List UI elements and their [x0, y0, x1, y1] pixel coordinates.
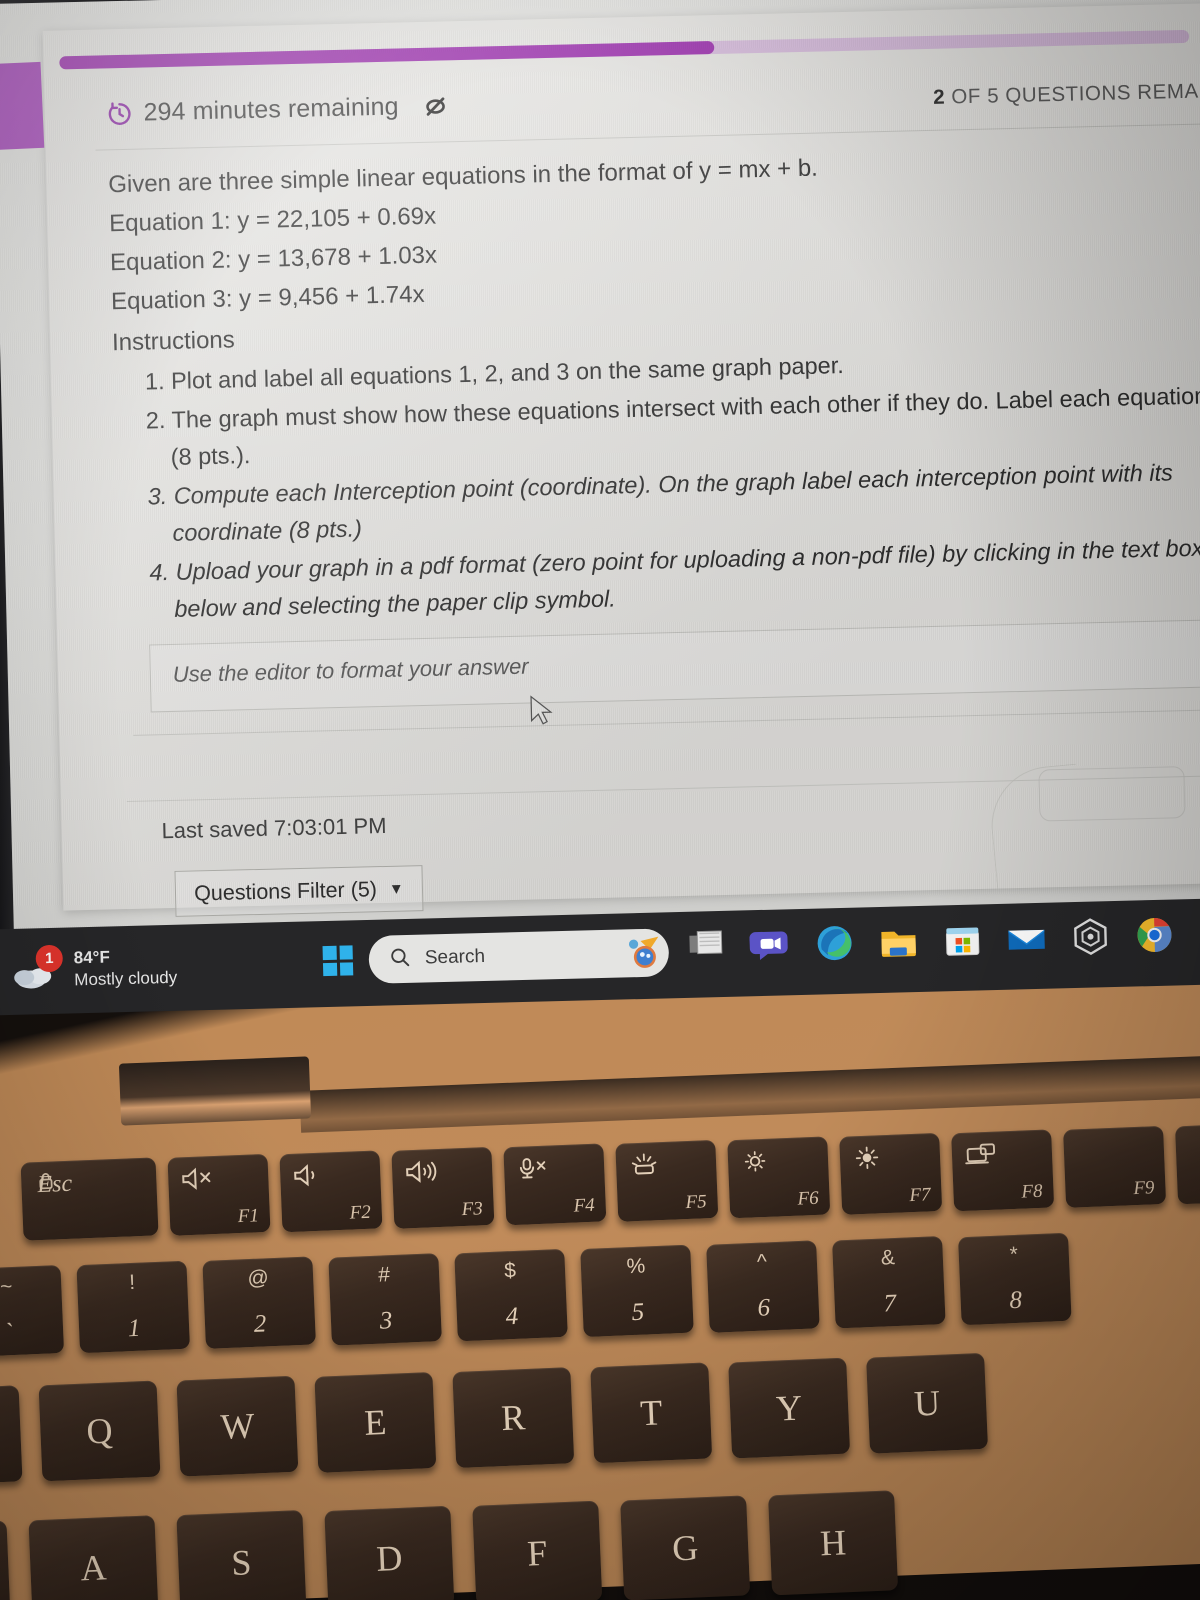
key-g[interactable]: G	[620, 1495, 751, 1600]
key-y[interactable]: Y	[728, 1357, 851, 1459]
teams-icon[interactable]	[749, 923, 792, 966]
weather-text: 84°F Mostly cloudy	[73, 945, 177, 992]
key-b[interactable]: b	[0, 1385, 23, 1487]
key-e[interactable]: E	[314, 1371, 437, 1473]
task-view-icon[interactable]	[685, 925, 728, 968]
key-f7[interactable]: F7	[839, 1132, 943, 1215]
exam-header: 294 minutes remaining 2 OF 5 QUESTIONS R…	[60, 61, 1200, 151]
edge-icon[interactable]	[813, 922, 856, 965]
key-a[interactable]: A	[28, 1515, 159, 1600]
volume-down-icon	[292, 1162, 327, 1189]
key-6[interactable]: ^ 6	[706, 1240, 820, 1334]
exam-timer: 294 minutes remaining	[106, 91, 449, 128]
brightness-down-icon	[740, 1148, 775, 1175]
answer-editor[interactable]: Use the editor to format your answer	[149, 619, 1200, 713]
key-8[interactable]: * 8	[958, 1232, 1072, 1325]
key-r[interactable]: R	[452, 1366, 575, 1468]
exam-progress-track	[59, 29, 1190, 70]
key-f5[interactable]: F5	[615, 1139, 719, 1222]
close-panel-tab[interactable]: ×	[0, 61, 45, 153]
questions-remaining-count: 2	[932, 85, 946, 109]
last-saved-label: Last saved 7:03:01 PM	[161, 812, 387, 844]
key-f8[interactable]: F8	[951, 1129, 1055, 1212]
key-f6[interactable]: F6	[727, 1136, 831, 1219]
key-`[interactable]: ~ `	[0, 1264, 65, 1358]
windows-start-icon[interactable]	[322, 945, 354, 977]
search-placeholder: Search	[424, 945, 486, 969]
keyboard-backlight-icon	[628, 1151, 663, 1178]
answer-editor-placeholder: Use the editor to format your answer	[172, 653, 529, 687]
key-d[interactable]: D	[324, 1505, 455, 1600]
taskbar-app-icons	[685, 914, 1176, 968]
key-esc[interactable]: Esc	[20, 1157, 159, 1241]
questions-remaining: 2 OF 5 QUESTIONS REMAINING	[933, 78, 1200, 110]
questions-filter-button[interactable]: Questions Filter (5) ▼	[174, 865, 424, 917]
weather-condition: Mostly cloudy	[74, 967, 178, 990]
eye-off-icon[interactable]	[422, 93, 449, 120]
exam-progress-fill	[59, 40, 715, 70]
key-5[interactable]: % 5	[580, 1244, 694, 1338]
brightness-up-icon	[852, 1144, 887, 1171]
timer-label: 294 minutes remaining	[143, 92, 399, 127]
key-f4[interactable]: F4	[503, 1143, 607, 1226]
questions-remaining-label: OF 5 QUESTIONS REMAINING	[951, 78, 1200, 109]
copilot-icon[interactable]	[624, 934, 663, 971]
laptop-screen: 294 minutes remaining 2 OF 5 QUESTIONS R…	[0, 0, 1200, 954]
key-d[interactable]: d	[0, 1520, 11, 1600]
volume-up-icon	[404, 1158, 439, 1185]
ghost-action-button[interactable]	[1038, 766, 1186, 822]
key-7[interactable]: & 7	[832, 1236, 946, 1329]
mic-mute-icon	[516, 1155, 551, 1182]
exam-question-card: 294 minutes remaining 2 OF 5 QUESTIONS R…	[42, 2, 1200, 917]
key-f1[interactable]: F1	[167, 1153, 271, 1236]
chevron-down-icon: ▼	[388, 880, 404, 898]
taskbar-weather-widget[interactable]: 1 84°F Mostly cloudy	[10, 944, 177, 993]
mouse-cursor	[528, 695, 557, 728]
mail-icon[interactable]	[1005, 917, 1048, 960]
file-explorer-icon[interactable]	[877, 920, 920, 963]
volume-mute-icon	[180, 1165, 215, 1192]
key-1[interactable]: ! 1	[76, 1260, 191, 1354]
key-u[interactable]: U	[866, 1353, 989, 1455]
key-4[interactable]: $4	[454, 1248, 568, 1342]
microsoft-store-icon[interactable]	[941, 918, 984, 961]
taskbar-search[interactable]: Search	[368, 928, 670, 984]
search-icon	[389, 945, 412, 973]
hexagon-3d-icon[interactable]	[1069, 915, 1112, 958]
key-q[interactable]: Q	[38, 1380, 161, 1482]
key-t[interactable]: T	[590, 1362, 713, 1464]
key-2[interactable]: @2	[202, 1256, 316, 1350]
key-w[interactable]: W	[176, 1376, 299, 1477]
questions-filter-label: Questions Filter (5)	[193, 876, 378, 905]
key-3[interactable]: #3	[328, 1252, 442, 1346]
key-f2[interactable]: F2	[279, 1150, 383, 1233]
editor-divider-1	[133, 709, 1200, 736]
laptop-hinge-block	[118, 1056, 312, 1126]
key-s[interactable]: S	[176, 1510, 307, 1600]
timer-icon	[106, 100, 133, 127]
key-prt-sc[interactable]: prt sc	[1175, 1121, 1200, 1205]
cloud-icon: 1	[11, 944, 64, 992]
key-h[interactable]: H	[768, 1490, 899, 1596]
display-switch-icon	[963, 1141, 998, 1168]
instructions-list: 1. Plot and label all equations 1, 2, an…	[113, 338, 1200, 629]
chrome-icon[interactable]	[1133, 914, 1176, 957]
taskbar-center-group: Search	[322, 928, 670, 985]
weather-temperature: 84°F	[73, 947, 111, 968]
key-f[interactable]: F	[472, 1500, 603, 1600]
key-f3[interactable]: F3	[391, 1146, 495, 1229]
photo-scene: 294 minutes remaining 2 OF 5 QUESTIONS R…	[0, 0, 1200, 1600]
question-body: Given are three simple linear equations …	[108, 139, 1200, 629]
key-f9[interactable]: F9	[1063, 1125, 1167, 1208]
